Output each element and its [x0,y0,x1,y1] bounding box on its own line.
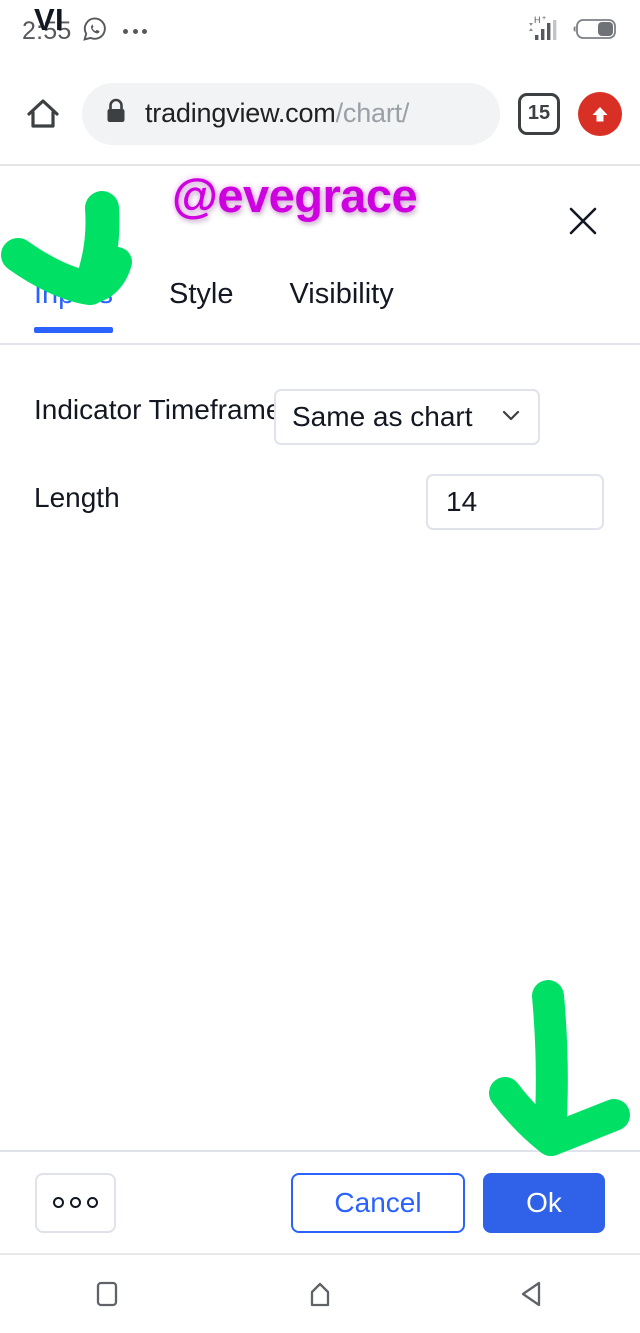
more-options-button[interactable] [35,1172,116,1233]
tab-visibility[interactable]: Visibility [289,278,393,333]
tabs-divider [0,343,640,345]
phone-screen: 2:55 H + tradingview.com/chart/ 15 VI In… [0,0,640,1333]
home-icon[interactable] [14,93,72,135]
svg-text:+: + [542,15,546,22]
length-input[interactable]: 14 [426,474,604,530]
android-nav-bar [0,1255,640,1333]
inputs-form: Indicator Timeframe Same as chart Length… [0,366,640,542]
chevron-down-icon [498,402,524,433]
field-label-length: Length [34,482,120,513]
indicator-timeframe-select[interactable]: Same as chart [274,389,540,445]
dot-1 [53,1197,64,1208]
address-bar-url: tradingview.com/chart/ [145,98,409,129]
lock-icon [104,97,128,130]
dialog-tabs: Inputs Style Visibility [0,278,640,342]
url-path: /chart/ [335,98,410,128]
home-pentagon-icon[interactable] [275,1264,365,1324]
cancel-button[interactable]: Cancel [291,1172,465,1233]
dialog-header: VI [0,2,640,256]
up-arrow-icon[interactable] [578,91,622,136]
ok-button[interactable]: Ok [483,1172,605,1233]
close-icon[interactable] [560,198,606,244]
dot-2 [70,1197,81,1208]
square-recents-icon[interactable] [62,1264,152,1324]
svg-text:H: H [534,15,541,25]
status-bar-right: H + [526,14,618,49]
url-domain: tradingview.com [145,98,336,128]
back-triangle-icon[interactable] [488,1264,578,1324]
tab-inputs[interactable]: Inputs [34,278,113,333]
page-title: VI [34,2,64,37]
battery-icon [572,17,618,46]
tab-switcher-button[interactable]: 15 [518,92,560,135]
dialog-footer: Cancel Ok [0,1152,640,1253]
dot-3 [87,1197,98,1208]
whatsapp-icon [82,16,108,47]
tab-style[interactable]: Style [169,278,233,333]
field-row-length: Length 14 [0,454,640,542]
indicator-timeframe-value: Same as chart [292,401,473,432]
field-label-indicator-timeframe: Indicator Timeframe [34,394,282,425]
address-bar[interactable]: tradingview.com/chart/ [82,82,500,145]
indicator-settings-dialog: VI Inputs Style Visibility Indicator Tim… [0,2,640,1253]
signal-bars-icon: H + [526,14,560,49]
browser-toolbar: tradingview.com/chart/ 15 [0,62,640,165]
notification-dots-icon [123,28,148,34]
status-bar: 2:55 H + [0,0,640,62]
field-row-indicator-timeframe: Indicator Timeframe Same as chart [0,366,640,454]
